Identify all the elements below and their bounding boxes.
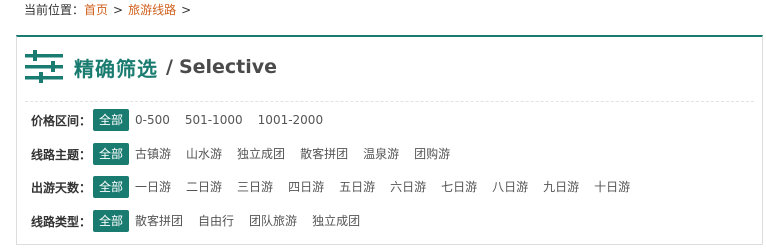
filter-title-en: Selective <box>178 56 278 78</box>
filter-option[interactable]: 六日游 <box>388 176 428 198</box>
filter-option[interactable]: 1001-2000 <box>256 109 325 131</box>
filter-option[interactable]: 四日游 <box>286 176 326 198</box>
filter-option[interactable]: 温泉游 <box>361 143 401 165</box>
filter-option[interactable]: 501-1000 <box>183 109 245 131</box>
filter-label: 出游天数： <box>31 180 92 195</box>
filter-option[interactable]: 三日游 <box>235 176 275 198</box>
filter-label: 线路类型： <box>31 214 92 229</box>
filter-option[interactable]: 独立成团 <box>310 210 362 232</box>
breadcrumb-prefix: 当前位置： <box>24 3 85 17</box>
filter-row-price: 价格区间： 全部 0-500 501-1000 1001-2000 <box>31 109 336 131</box>
filter-option[interactable]: 独立成团 <box>235 143 287 165</box>
filter-option[interactable]: 九日游 <box>541 176 581 198</box>
filter-option-selected[interactable]: 全部 <box>93 143 130 165</box>
filter-option-selected[interactable]: 全部 <box>93 210 130 232</box>
filter-option[interactable]: 团队旅游 <box>247 210 299 232</box>
filter-option[interactable]: 十日游 <box>592 176 632 198</box>
filter-option[interactable]: 一日游 <box>133 176 173 198</box>
filter-option[interactable]: 山水游 <box>184 143 224 165</box>
filter-option[interactable]: 散客拼团 <box>133 210 185 232</box>
filter-option[interactable]: 自由行 <box>196 210 236 232</box>
filter-option-selected[interactable]: 全部 <box>93 176 130 198</box>
filter-option[interactable]: 古镇游 <box>133 143 173 165</box>
filter-row-type: 线路类型： 全部 散客拼团 自由行 团队旅游 独立成团 <box>31 210 373 232</box>
filter-option[interactable]: 五日游 <box>337 176 377 198</box>
filter-title-slash: / <box>166 56 173 78</box>
filter-option[interactable]: 二日游 <box>184 176 224 198</box>
filter-label: 线路主题： <box>31 147 92 162</box>
filter-option[interactable]: 团购游 <box>412 143 452 165</box>
filter-option[interactable]: 八日游 <box>490 176 530 198</box>
breadcrumb-separator: > <box>181 3 192 17</box>
breadcrumb-home-link[interactable]: 首页 <box>84 3 108 17</box>
filter-option-selected[interactable]: 全部 <box>93 109 130 131</box>
filter-label: 价格区间： <box>31 113 92 128</box>
filter-title-cn: 精确筛选 <box>74 56 158 81</box>
filter-row-theme: 线路主题： 全部 古镇游 山水游 独立成团 散客拼团 温泉游 团购游 <box>31 143 463 165</box>
filter-option[interactable]: 0-500 <box>133 109 172 131</box>
filter-panel: 精确筛选 / Selective 价格区间： 全部 0-500 501-1000… <box>16 35 763 245</box>
breadcrumb-separator: > <box>113 3 124 17</box>
filter-row-days: 出游天数： 全部 一日游 二日游 三日游 四日游 五日游 六日游 七日游 八日游… <box>31 176 643 198</box>
breadcrumb: 当前位置：首页 > 旅游线路 > <box>24 0 196 20</box>
header-divider <box>25 101 754 102</box>
filter-header: 精确筛选 / Selective <box>25 47 277 87</box>
filter-option[interactable]: 散客拼团 <box>298 143 350 165</box>
filter-option[interactable]: 七日游 <box>439 176 479 198</box>
filter-sliders-icon <box>25 50 65 84</box>
breadcrumb-current-link[interactable]: 旅游线路 <box>128 3 176 17</box>
